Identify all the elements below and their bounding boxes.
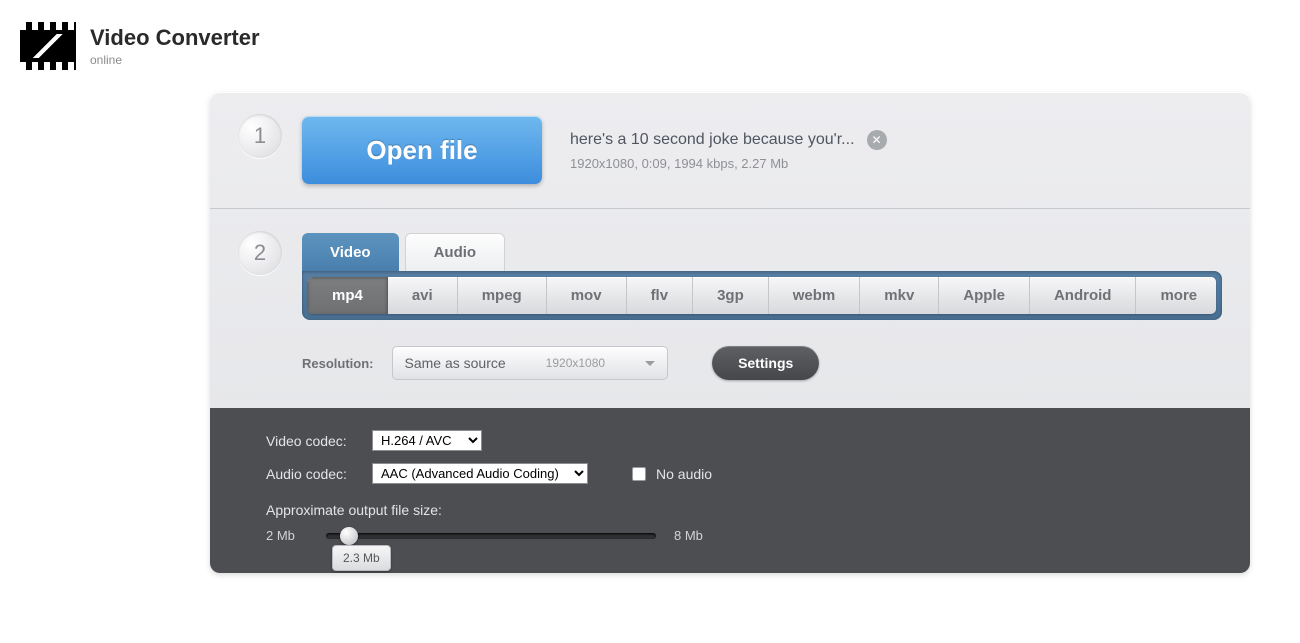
no-audio-label: No audio [656, 466, 712, 482]
main-panel: 1 Open file here's a 10 second joke beca… [210, 92, 1250, 573]
tab-video[interactable]: Video [302, 233, 399, 271]
step-1-badge: 1 [238, 114, 282, 158]
resolution-row: Resolution: Same as source 1920x1080 Set… [302, 346, 1222, 380]
app-title: Video Converter [90, 25, 260, 51]
format-3gp[interactable]: 3gp [693, 277, 769, 314]
file-meta: 1920x1080, 0:09, 1994 kbps, 2.27 Mb [570, 156, 1222, 171]
video-codec-select[interactable]: H.264 / AVC [372, 430, 482, 451]
resolution-dropdown[interactable]: Same as source 1920x1080 [392, 346, 669, 380]
output-size-title: Approximate output file size: [266, 502, 1222, 518]
format-more-label: more [1160, 287, 1197, 304]
size-min: 2 Mb [266, 528, 308, 543]
tab-audio[interactable]: Audio [405, 233, 506, 271]
format-android[interactable]: Android [1030, 277, 1137, 314]
format-mkv[interactable]: mkv [860, 277, 939, 314]
format-bar: mp4 avi mpeg mov flv 3gp webm mkv Apple … [302, 271, 1222, 320]
resolution-value: Same as source [405, 355, 506, 371]
size-max: 8 Mb [674, 528, 716, 543]
no-audio-checkbox[interactable] [632, 467, 646, 481]
video-codec-label: Video codec: [266, 433, 358, 449]
open-file-button[interactable]: Open file [302, 116, 542, 184]
size-slider[interactable]: 2.3 Mb [326, 533, 656, 539]
output-size-section: Approximate output file size: 2 Mb 2.3 M… [266, 502, 1222, 543]
step-1-section: 1 Open file here's a 10 second joke beca… [210, 92, 1250, 208]
format-more[interactable]: more [1136, 277, 1216, 314]
format-flv[interactable]: flv [627, 277, 694, 314]
app-logo [20, 22, 76, 70]
format-avi[interactable]: avi [388, 277, 458, 314]
file-name: here's a 10 second joke because you'r... [570, 131, 855, 149]
format-apple[interactable]: Apple [939, 277, 1030, 314]
settings-button[interactable]: Settings [712, 346, 819, 380]
audio-codec-select[interactable]: AAC (Advanced Audio Coding) [372, 463, 588, 484]
size-value-badge: 2.3 Mb [332, 545, 391, 571]
resolution-dim: 1920x1080 [546, 356, 605, 370]
format-webm[interactable]: webm [769, 277, 861, 314]
app-subtitle: online [90, 53, 260, 67]
app-header: Video Converter online [0, 0, 1300, 92]
brand-block: Video Converter online [90, 25, 260, 67]
advanced-section: Video codec: H.264 / AVC Audio codec: AA… [210, 408, 1250, 573]
size-slider-thumb[interactable]: 2.3 Mb [340, 527, 358, 545]
chevron-down-icon [645, 361, 655, 366]
audio-codec-label: Audio codec: [266, 466, 358, 482]
format-mov[interactable]: mov [547, 277, 627, 314]
step-2-section: 2 Video Audio mp4 avi mpeg mov flv 3gp w… [210, 208, 1250, 408]
remove-file-icon[interactable]: ✕ [867, 130, 887, 150]
file-info: here's a 10 second joke because you'r...… [570, 130, 1222, 171]
step-2-badge: 2 [238, 231, 282, 275]
format-mp4[interactable]: mp4 [308, 277, 388, 314]
format-mpeg[interactable]: mpeg [458, 277, 547, 314]
media-tabs: Video Audio [302, 233, 1222, 271]
resolution-label: Resolution: [302, 356, 374, 371]
